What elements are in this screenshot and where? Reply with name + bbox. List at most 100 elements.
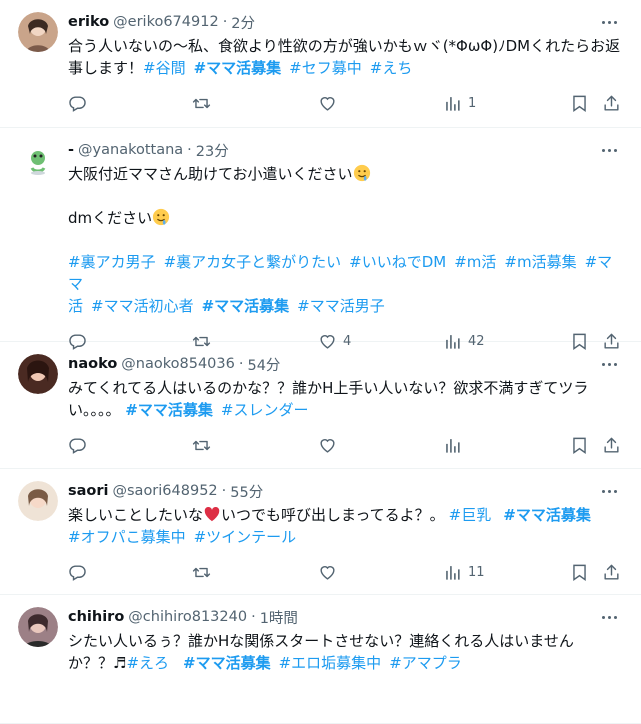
user-handle[interactable]: @naoko854036	[121, 356, 235, 372]
avatar[interactable]	[18, 607, 58, 647]
share-icon[interactable]	[602, 435, 621, 455]
hashtag-link[interactable]: #オフパこ募集中	[68, 528, 186, 546]
drooling-face-icon	[153, 208, 170, 226]
heart-icon[interactable]	[318, 435, 337, 455]
heart-icon[interactable]	[318, 562, 337, 582]
more-icon[interactable]	[597, 356, 621, 372]
timestamp[interactable]: 23分	[196, 140, 229, 161]
hashtag-link[interactable]: 活	[68, 297, 83, 315]
separator-dot: ·	[251, 609, 256, 625]
hashtag-link[interactable]: #スレンダー	[221, 401, 309, 419]
more-icon[interactable]	[597, 483, 621, 499]
timestamp[interactable]: 54分	[247, 354, 280, 375]
hashtag-link[interactable]: #裏アカ女子と繋がりたい	[164, 253, 342, 271]
hashtag-link[interactable]: #セフ募中	[289, 59, 362, 77]
tweet-header: saori @saori648952 · 55分	[68, 481, 625, 501]
timestamp[interactable]: 1時間	[260, 607, 298, 628]
hashtag-link[interactable]: #ママ活募集	[503, 506, 591, 524]
reply-icon[interactable]	[68, 562, 87, 582]
hashtag-link[interactable]: #エロ垢募集中	[279, 654, 382, 672]
more-icon[interactable]	[597, 142, 621, 158]
display-name[interactable]: naoko	[68, 356, 117, 372]
tweet-header: - @yanakottana · 23分	[68, 140, 625, 160]
tweet-text-content: 楽しいことしたいな	[68, 506, 204, 524]
tweet-header: naoko @naoko854036 · 54分	[68, 354, 625, 374]
separator-dot: ·	[238, 356, 244, 372]
share-icon[interactable]	[602, 562, 621, 582]
user-handle[interactable]: @saori648952	[113, 483, 218, 499]
tweet[interactable]: naoko @naoko854036 · 54分 みてくれてる人はいるのかな？？…	[0, 342, 641, 469]
user-handle[interactable]: @chihiro813240	[128, 609, 247, 625]
hashtag-link[interactable]: #裏アカ男子	[68, 253, 156, 271]
hashtag-link[interactable]: #ツインテール	[194, 528, 297, 546]
bookmark-icon[interactable]	[570, 562, 589, 582]
avatar[interactable]	[18, 354, 58, 394]
display-name[interactable]: saori	[68, 483, 109, 499]
tweet-text-content: シたい人いるぅ？誰かHな関係スタートさせない？連絡くれる人はいません	[68, 632, 574, 650]
tweet[interactable]: eriko @eriko674912 · 2分 合う人いないの〜私、食欲より性欲…	[0, 0, 641, 128]
tweet-actions: 1	[68, 85, 625, 121]
retweet-icon[interactable]	[192, 435, 211, 455]
views-count: 1	[468, 95, 477, 111]
avatar[interactable]	[18, 481, 58, 521]
timeline-feed: eriko @eriko674912 · 2分 合う人いないの〜私、食欲より性欲…	[0, 0, 641, 724]
retweet-icon[interactable]	[192, 93, 211, 113]
views-icon[interactable]: 1	[443, 93, 476, 113]
tweet-text: 合う人いないの〜私、食欲より性欲の方が強いかもｗヾ(*ΦωΦ)ﾉDMくれたらお返…	[68, 35, 625, 79]
separator-dot: ·	[221, 483, 227, 499]
display-name[interactable]: chihiro	[68, 609, 124, 625]
tweet-actions: 11	[68, 554, 625, 590]
more-icon[interactable]	[597, 14, 621, 30]
tweet[interactable]: - @yanakottana · 23分 大阪付近ママさん助けてお小遣いください…	[0, 128, 641, 342]
reply-icon[interactable]	[68, 93, 87, 113]
tweet[interactable]: chihiro @chihiro813240 · 1時間 シたい人いるぅ？誰かH…	[0, 595, 641, 724]
retweet-icon[interactable]	[192, 562, 211, 582]
hashtag-link[interactable]: #ママ活募集	[183, 654, 271, 672]
tweet-text: 楽しいことしたいな いつでも呼び出しまってるよ？。 #巨乳 #ママ活募集 #オフパこ募…	[68, 504, 625, 548]
tweet-text-content: か？？♬	[68, 654, 127, 672]
reply-icon[interactable]	[68, 435, 87, 455]
hashtag-link[interactable]: #ママ活初心者	[91, 297, 194, 315]
tweet-header: chihiro @chihiro813240 · 1時間	[68, 607, 625, 627]
tweet-text-line: dmください	[68, 209, 153, 227]
display-name[interactable]: -	[68, 142, 74, 158]
tweet[interactable]: saori @saori648952 · 55分 楽しいことしたいな いつでも呼び…	[0, 469, 641, 595]
tweet-text: みてくれてる人はいるのかな？？誰かH上手い人いない？欲求不満すぎてツラい。。。。…	[68, 377, 625, 421]
tweet-actions	[68, 427, 625, 463]
timestamp[interactable]: 55分	[230, 481, 263, 502]
views-icon[interactable]	[443, 435, 462, 455]
user-handle[interactable]: @eriko674912	[113, 14, 219, 30]
tweet-header: eriko @eriko674912 · 2分	[68, 12, 625, 32]
heart-icon[interactable]	[318, 93, 337, 113]
hashtag-link[interactable]: #えち	[370, 59, 413, 77]
separator-dot: ·	[222, 14, 228, 30]
drooling-face-icon	[353, 164, 370, 182]
hashtag-link[interactable]: #ママ活男子	[297, 297, 385, 315]
hashtag-link[interactable]: #ママ活募集	[125, 401, 213, 419]
hashtag-link[interactable]: #m活募集	[504, 253, 576, 271]
hashtag-link[interactable]: #谷間	[143, 59, 186, 77]
tweet-text-line: 大阪付近ママさん助けてお小遣いください	[68, 165, 353, 183]
avatar[interactable]	[18, 140, 58, 180]
avatar[interactable]	[18, 12, 58, 52]
timestamp[interactable]: 2分	[231, 12, 255, 33]
hashtag-link[interactable]: #えろ	[126, 654, 169, 672]
hashtag-link[interactable]: #いいねでDM	[349, 253, 446, 271]
views-count: 11	[468, 564, 485, 580]
hashtag-link[interactable]: #ママ活募集	[202, 297, 290, 315]
bookmark-icon[interactable]	[570, 93, 589, 113]
hashtag-link[interactable]: #巨乳	[449, 506, 492, 524]
hashtag-link[interactable]: #m活	[454, 253, 496, 271]
user-handle[interactable]: @yanakottana	[78, 142, 183, 158]
hashtag-link[interactable]: #アマプラ	[389, 654, 462, 672]
views-icon[interactable]: 11	[443, 562, 485, 582]
separator-dot: ·	[187, 142, 192, 158]
tweet-text: シたい人いるぅ？誰かHな関係スタートさせない？連絡くれる人はいません か？？♬#…	[68, 630, 625, 674]
display-name[interactable]: eriko	[68, 14, 109, 30]
hashtag-link[interactable]: #ママ活募集	[194, 59, 282, 77]
more-icon[interactable]	[597, 609, 621, 625]
share-icon[interactable]	[602, 93, 621, 113]
tweet-text-content: いつでも呼び出しまってるよ？。	[221, 506, 445, 524]
bookmark-icon[interactable]	[570, 435, 589, 455]
red-heart-icon	[204, 506, 220, 522]
